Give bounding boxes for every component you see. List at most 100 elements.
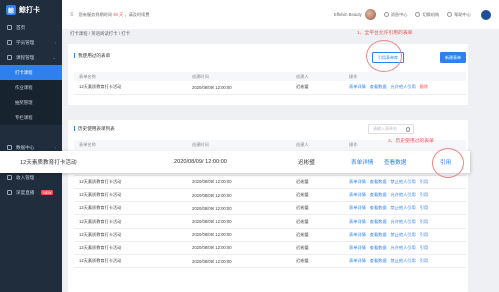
row-action-link[interactable]: 引用 [420, 219, 428, 224]
annotation-ring [432, 148, 464, 178]
sidebar-subitem-homework-course[interactable]: 作业课程 [0, 80, 62, 95]
annotation-platform-forms: 1、全平台允许引用的表单 [357, 31, 413, 36]
created-time-cell: 2020/08/09/ 12:00:00 [187, 228, 291, 242]
row-action-link[interactable]: 表单详情 [349, 232, 366, 237]
chevron-right-icon: › [54, 40, 56, 45]
row-action-link[interactable]: 允许他人引用 [391, 192, 416, 197]
user-menu[interactable]: Effelvin Beauty [334, 9, 376, 20]
annotation-ring [366, 40, 402, 72]
row-action-link[interactable]: 表单详情 [349, 84, 366, 89]
new-form-button[interactable]: 新建表单 [440, 52, 466, 63]
row-action-link[interactable]: 引用 [420, 179, 428, 184]
app-name: 鲸打卡 [19, 7, 40, 14]
created-time-cell: 2020/08/09/ 12:00:00 [187, 188, 291, 203]
breadcrumb: 打卡课程 / 英语阅读打卡 / 打卡 [70, 31, 131, 36]
row-action-link[interactable]: 表单详情 [349, 205, 366, 210]
row-action-link[interactable]: 查看数据 [370, 219, 387, 224]
zoom-form-name: 12天素质教育打卡活动 [20, 160, 77, 166]
expiry-notice: 您有服务到期时间 98 天 ，请及时续费 [78, 11, 150, 17]
app-logo[interactable]: 鲸 鲸打卡 [0, 0, 62, 20]
row-action-link[interactable]: 查看数据 [370, 192, 387, 197]
row-action-link[interactable]: 禁止他人引用 [391, 258, 416, 263]
sidebar-subitem-checkin-course[interactable]: 打卡课程 [0, 65, 62, 80]
row-action-link[interactable]: 查看数据 [370, 232, 387, 237]
created-time-cell: 2020/08/09/ 12:00:00 [187, 241, 291, 256]
row-action-link[interactable]: 表单详情 [349, 245, 366, 250]
section-title: 我使用过的表单 [74, 53, 110, 58]
row-action-link[interactable]: 禁止他人引用 [391, 232, 416, 237]
actions-cell: 表单详情查看数据允许他人引用引用 [344, 188, 466, 203]
row-action-link[interactable]: 查看数据 [370, 245, 387, 250]
help-icon [447, 12, 453, 17]
sidebar-item-students[interactable]: 学员管理 › [0, 35, 62, 50]
table-row: 12天素质教育打卡活动2020/08/09/ 12:00:00迟彬璧表单详情查看… [74, 188, 466, 203]
zoom-created-time: 2020/08/09/ 12:00:00 [174, 159, 227, 165]
menu-toggle-icon[interactable]: ≡ [70, 12, 74, 18]
new-badge: NEW [41, 190, 54, 195]
user-icon [7, 40, 12, 45]
annotation-history-forms: 2、历史使用过的表单 [388, 139, 434, 144]
creator-cell: 迟彬璧 [291, 175, 344, 190]
row-action-link[interactable]: 引用 [420, 192, 428, 197]
row-action-link[interactable]: 允许他人引用 [391, 245, 416, 250]
org-logo[interactable] [481, 9, 491, 20]
row-action-link[interactable]: 查看数据 [370, 84, 387, 89]
row-action-link[interactable]: 允许他人引用 [391, 84, 416, 89]
top-bar: ≡ 您有服务到期时间 98 天 ，请及时续费 Effelvin Beauty 消… [62, 0, 499, 29]
actions-cell: 表单详情查看数据禁止他人引用引用 [344, 201, 466, 216]
created-time-cell: 2020/08/09/ 12:00:00 [187, 214, 291, 229]
live-icon [7, 190, 12, 195]
sidebar-subitem-column-course[interactable]: 专栏课程 [0, 110, 62, 125]
form-name-cell: 12天素质教育打卡活动 [74, 214, 187, 229]
row-action-link[interactable]: 表单详情 [349, 179, 366, 184]
row-action-link[interactable]: 引用 [420, 258, 428, 263]
created-time-cell: 2020/08/09/ 12:00:00 [187, 201, 291, 216]
sidebar-item-courses[interactable]: 课程管理 ⌄ [0, 50, 62, 65]
form-name-cell: 12天素质教育打卡活动 [74, 175, 187, 190]
row-action-link[interactable]: 查看数据 [370, 179, 387, 184]
row-action-link[interactable]: 查看数据 [370, 258, 387, 263]
delete-link[interactable]: 删除 [420, 84, 428, 89]
sidebar-item-live[interactable]: 深度直播 NEW [0, 185, 62, 200]
creator-cell: 迟彬璧 [291, 201, 344, 216]
creator-cell: 迟彬璧 [291, 228, 344, 242]
table-row: 12天素质教育打卡活动2020/08/09/ 12:00:00迟彬璧表单详情查看… [74, 201, 466, 216]
row-action-link[interactable]: 引用 [420, 245, 428, 250]
zoom-form-detail-link[interactable]: 表单详情 [351, 158, 373, 166]
row-action-link[interactable]: 允许他人引用 [391, 219, 416, 224]
zoomed-row-callout: 12天素质教育打卡活动 2020/08/09/ 12:00:00 迟彬璧 表单详… [0, 151, 470, 173]
row-action-link[interactable]: 表单详情 [349, 192, 366, 197]
form-search-input[interactable]: 请输入表单名 [368, 124, 414, 134]
section-title: 历史使用表单列表 [74, 126, 115, 131]
form-name-cell: 12天素质教育打卡活动 [74, 81, 187, 95]
switch-icon [415, 12, 421, 17]
help-center-link[interactable]: 帮助中心 [447, 12, 471, 18]
search-icon [405, 127, 410, 132]
creator-cell: 迟彬璧 [291, 254, 344, 269]
created-time-cell: 2020/08/09/ 12:00:00 [187, 254, 291, 269]
sidebar: 鲸 鲸打卡 首页 学员管理 › 课程管理 ⌄ 打卡课程 作业课程 抽奖管理 专栏… [0, 0, 62, 292]
chart-icon [7, 145, 12, 150]
row-action-link[interactable]: 禁止他人引用 [391, 179, 416, 184]
sidebar-item-home[interactable]: 首页 [0, 20, 62, 35]
creator-cell: 迟彬璧 [291, 188, 344, 203]
actions-cell: 表单详情 查看数据 允许他人引用 删除 [344, 81, 466, 95]
row-action-link[interactable]: 表单详情 [349, 219, 366, 224]
form-name-cell: 12天素质教育打卡活动 [74, 188, 187, 203]
zoom-view-data-link[interactable]: 查看数据 [384, 158, 406, 166]
row-action-link[interactable]: 引用 [420, 205, 428, 210]
row-action-link[interactable]: 表单详情 [349, 258, 366, 263]
switch-org-link[interactable]: 切换机构 [415, 12, 439, 18]
used-forms-table: 表单名称 创建时间 创建人 操作 12天素质教育打卡活动 2020/08/09/ … [74, 72, 466, 95]
row-action-link[interactable]: 禁止他人引用 [391, 205, 416, 210]
sidebar-subitem-lottery[interactable]: 抽奖管理 [0, 95, 62, 110]
table-header-row: 表单名称 创建时间 创建人 操作 [74, 72, 466, 81]
row-action-link[interactable]: 引用 [420, 232, 428, 237]
avatar [364, 9, 376, 20]
message-center-link[interactable]: 消息中心 [383, 12, 407, 18]
form-name-cell: 12天素质教育打卡活动 [74, 201, 187, 216]
used-forms-card: 我使用过的表单 引用表单库 新建表单 表单名称 创建时间 创建人 操作 12天素… [68, 44, 468, 105]
wallet-icon [7, 175, 12, 180]
row-action-link[interactable]: 查看数据 [370, 205, 387, 210]
creator-cell: 迟彬璧 [291, 241, 344, 256]
